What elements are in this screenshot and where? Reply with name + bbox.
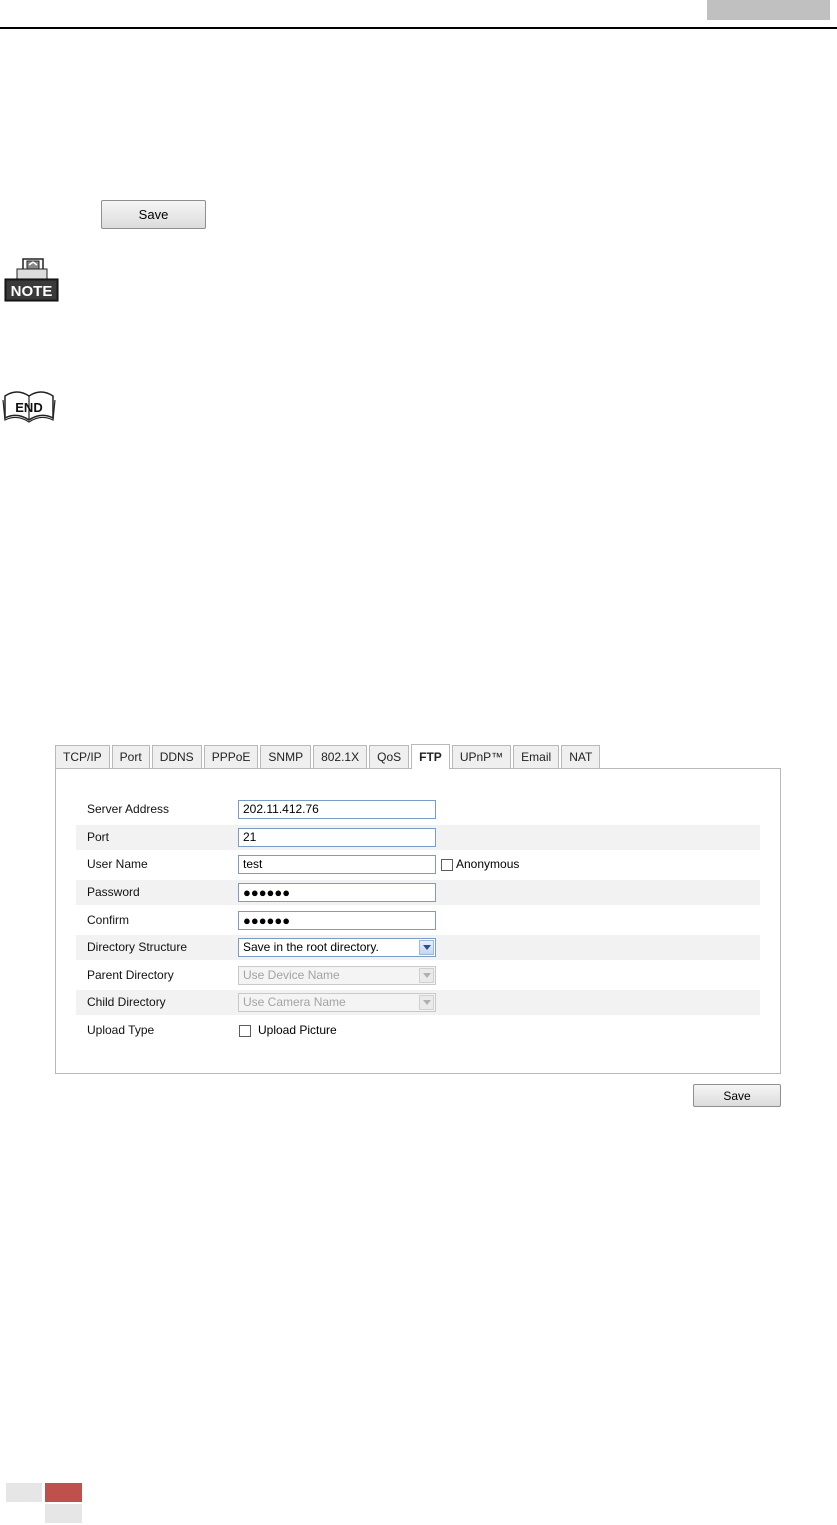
tab-qos[interactable]: QoS	[369, 745, 410, 768]
header-rule	[0, 27, 837, 29]
child-directory-value: Use Camera Name	[243, 995, 346, 1009]
server-address-label: Server Address	[87, 802, 170, 816]
user-name-input[interactable]: test	[238, 855, 436, 874]
tab-pppoe[interactable]: PPPoE	[203, 745, 259, 768]
tab-nat[interactable]: NAT	[561, 745, 601, 768]
parent-directory-value: Use Device Name	[243, 968, 340, 982]
directory-structure-select[interactable]: Save in the root directory.	[238, 938, 436, 957]
footer-red-block	[45, 1483, 82, 1502]
network-tabs: TCP/IP Port DDNS PPPoE SNMP 802.1X QoS F…	[55, 744, 602, 769]
parent-directory-label: Parent Directory	[87, 968, 174, 982]
server-address-row: Server Address 202.11.412.76	[76, 797, 760, 822]
chevron-down-icon	[419, 968, 434, 983]
tab-port[interactable]: Port	[111, 745, 150, 768]
end-icon: END	[2, 386, 56, 424]
note-icon: NOTE	[3, 257, 60, 305]
anonymous-checkbox[interactable]	[441, 859, 453, 871]
tab-snmp[interactable]: SNMP	[260, 745, 312, 768]
directory-structure-row: Directory Structure Save in the root dir…	[76, 935, 760, 960]
svg-text:NOTE: NOTE	[11, 283, 53, 300]
child-directory-select: Use Camera Name	[238, 993, 436, 1012]
save-button[interactable]: Save	[693, 1084, 781, 1107]
directory-structure-label: Directory Structure	[87, 940, 188, 954]
parent-directory-row: Parent Directory Use Device Name	[76, 963, 760, 988]
password-row: Password ●●●●●●	[76, 880, 760, 905]
header-tab	[707, 0, 830, 20]
ftp-settings-panel: Server Address 202.11.412.76 Port 21 Use…	[55, 768, 781, 1074]
chevron-down-icon	[419, 995, 434, 1010]
user-name-label: User Name	[87, 857, 148, 871]
footer-gray-block-lower	[45, 1504, 82, 1523]
tab-email[interactable]: Email	[513, 745, 560, 768]
child-directory-row: Child Directory Use Camera Name	[76, 990, 760, 1015]
password-label: Password	[87, 885, 140, 899]
tab-upnp[interactable]: UPnP™	[451, 745, 512, 768]
confirm-row: Confirm ●●●●●●	[76, 908, 760, 933]
chevron-down-icon[interactable]	[419, 940, 434, 955]
tab-tcpip[interactable]: TCP/IP	[55, 745, 110, 768]
footer-gray-block	[6, 1483, 42, 1502]
upload-type-label: Upload Type	[87, 1023, 155, 1037]
child-directory-label: Child Directory	[87, 995, 166, 1009]
server-address-input[interactable]: 202.11.412.76	[238, 800, 436, 819]
port-row: Port 21	[76, 825, 760, 850]
tab-8021x[interactable]: 802.1X	[313, 745, 368, 768]
save-button-top[interactable]: Save	[101, 200, 206, 229]
upload-picture-label: Upload Picture	[258, 1023, 337, 1037]
tab-ftp[interactable]: FTP	[411, 744, 450, 769]
port-label: Port	[87, 830, 110, 844]
confirm-label: Confirm	[87, 913, 130, 927]
tab-ddns[interactable]: DDNS	[151, 745, 202, 768]
parent-directory-select: Use Device Name	[238, 966, 436, 985]
confirm-input[interactable]: ●●●●●●	[238, 911, 436, 930]
anonymous-label: Anonymous	[456, 857, 520, 871]
password-input[interactable]: ●●●●●●	[238, 883, 436, 902]
upload-picture-checkbox[interactable]	[239, 1025, 251, 1037]
port-input[interactable]: 21	[238, 828, 436, 847]
user-name-row: User Name test Anonymous	[76, 852, 760, 877]
directory-structure-value: Save in the root directory.	[243, 940, 379, 954]
svg-text:END: END	[15, 400, 42, 415]
upload-type-row: Upload Type Upload Picture	[76, 1018, 760, 1043]
